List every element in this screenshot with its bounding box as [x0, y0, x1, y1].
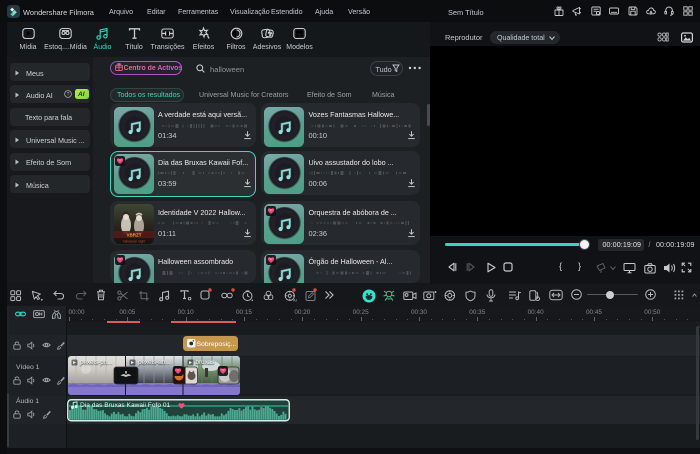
- svg-text:VBRZT: VBRZT: [126, 233, 141, 238]
- svg-text:halloween night: halloween night: [122, 240, 144, 244]
- svg-text:AI: AI: [293, 297, 297, 302]
- svg-text:?: ?: [67, 92, 70, 98]
